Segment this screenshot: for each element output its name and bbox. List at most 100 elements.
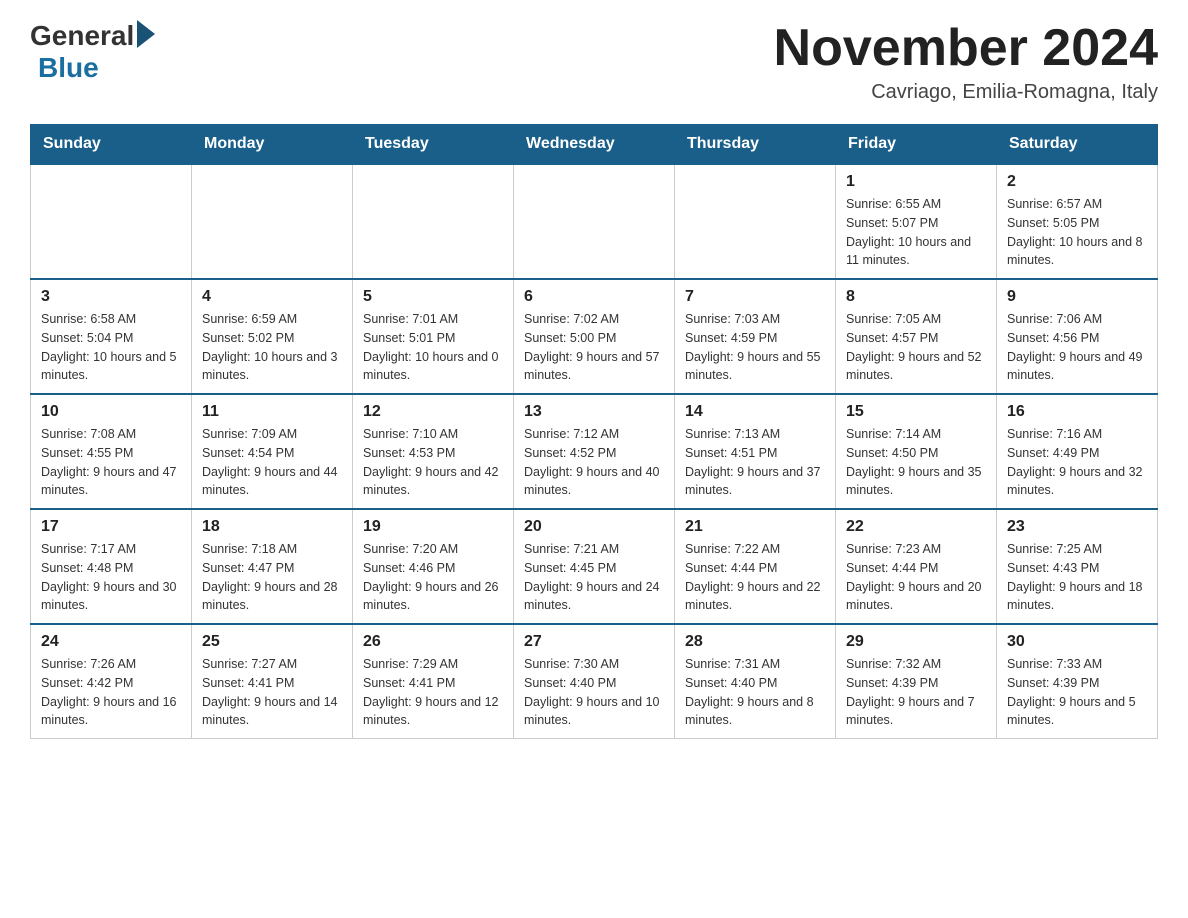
- calendar-cell: [192, 164, 353, 279]
- logo-general-text: General: [30, 20, 134, 52]
- day-number: 6: [524, 288, 664, 306]
- page-header: General Blue November 2024 Cavriago, Emi…: [30, 20, 1158, 104]
- day-info: Sunrise: 7:08 AMSunset: 4:55 PMDaylight:…: [41, 425, 181, 500]
- day-number: 18: [202, 518, 342, 536]
- calendar-cell: [31, 164, 192, 279]
- calendar-header-thursday: Thursday: [675, 125, 836, 165]
- day-number: 26: [363, 633, 503, 651]
- day-number: 14: [685, 403, 825, 421]
- calendar-header-row: SundayMondayTuesdayWednesdayThursdayFrid…: [31, 125, 1158, 165]
- day-info: Sunrise: 7:33 AMSunset: 4:39 PMDaylight:…: [1007, 655, 1147, 730]
- calendar-header-saturday: Saturday: [997, 125, 1158, 165]
- calendar-cell: 20 Sunrise: 7:21 AMSunset: 4:45 PMDayligh…: [514, 509, 675, 624]
- day-number: 25: [202, 633, 342, 651]
- calendar-cell: 4 Sunrise: 6:59 AMSunset: 5:02 PMDaylight…: [192, 279, 353, 394]
- day-number: 13: [524, 403, 664, 421]
- day-number: 15: [846, 403, 986, 421]
- day-info: Sunrise: 7:29 AMSunset: 4:41 PMDaylight:…: [363, 655, 503, 730]
- day-number: 1: [846, 173, 986, 191]
- calendar-cell: 16Sunrise: 7:16 AMSunset: 4:49 PMDayligh…: [997, 394, 1158, 509]
- day-info: Sunrise: 7:10 AMSunset: 4:53 PMDaylight:…: [363, 425, 503, 500]
- day-number: 23: [1007, 518, 1147, 536]
- calendar-cell: [353, 164, 514, 279]
- calendar-cell: 6 Sunrise: 7:02 AMSunset: 5:00 PMDaylight…: [514, 279, 675, 394]
- day-number: 10: [41, 403, 181, 421]
- day-number: 2: [1007, 173, 1147, 191]
- day-info: Sunrise: 7:27 AMSunset: 4:41 PMDaylight:…: [202, 655, 342, 730]
- day-info: Sunrise: 7:09 AMSunset: 4:54 PMDaylight:…: [202, 425, 342, 500]
- calendar-table: SundayMondayTuesdayWednesdayThursdayFrid…: [30, 124, 1158, 739]
- day-info: Sunrise: 7:22 AMSunset: 4:44 PMDaylight:…: [685, 540, 825, 615]
- day-number: 12: [363, 403, 503, 421]
- calendar-cell: 26 Sunrise: 7:29 AMSunset: 4:41 PMDayligh…: [353, 624, 514, 739]
- day-info: Sunrise: 7:13 AMSunset: 4:51 PMDaylight:…: [685, 425, 825, 500]
- calendar-cell: 5 Sunrise: 7:01 AMSunset: 5:01 PMDaylight…: [353, 279, 514, 394]
- calendar-cell: 10 Sunrise: 7:08 AMSunset: 4:55 PMDayligh…: [31, 394, 192, 509]
- calendar-cell: [675, 164, 836, 279]
- day-number: 16: [1007, 403, 1147, 421]
- calendar-cell: 11 Sunrise: 7:09 AMSunset: 4:54 PMDayligh…: [192, 394, 353, 509]
- logo-blue-text: Blue: [38, 52, 99, 84]
- day-number: 4: [202, 288, 342, 306]
- calendar-header-wednesday: Wednesday: [514, 125, 675, 165]
- calendar-cell: 12 Sunrise: 7:10 AMSunset: 4:53 PMDayligh…: [353, 394, 514, 509]
- calendar-header-sunday: Sunday: [31, 125, 192, 165]
- day-info: Sunrise: 7:23 AMSunset: 4:44 PMDaylight:…: [846, 540, 986, 615]
- calendar-cell: 30 Sunrise: 7:33 AMSunset: 4:39 PMDayligh…: [997, 624, 1158, 739]
- calendar-cell: 3Sunrise: 6:58 AMSunset: 5:04 PMDaylight…: [31, 279, 192, 394]
- day-number: 20: [524, 518, 664, 536]
- calendar-cell: 1 Sunrise: 6:55 AMSunset: 5:07 PMDaylight…: [836, 164, 997, 279]
- day-info: Sunrise: 7:03 AMSunset: 4:59 PMDaylight:…: [685, 310, 825, 385]
- day-number: 27: [524, 633, 664, 651]
- day-info: Sunrise: 7:02 AMSunset: 5:00 PMDaylight:…: [524, 310, 664, 385]
- day-info: Sunrise: 7:14 AMSunset: 4:50 PMDaylight:…: [846, 425, 986, 500]
- day-number: 30: [1007, 633, 1147, 651]
- day-info: Sunrise: 7:26 AMSunset: 4:42 PMDaylight:…: [41, 655, 181, 730]
- calendar-cell: 17 Sunrise: 7:17 AMSunset: 4:48 PMDayligh…: [31, 509, 192, 624]
- day-number: 29: [846, 633, 986, 651]
- day-number: 5: [363, 288, 503, 306]
- day-number: 11: [202, 403, 342, 421]
- title-block: November 2024 Cavriago, Emilia-Romagna, …: [774, 20, 1158, 104]
- calendar-cell: 28 Sunrise: 7:31 AMSunset: 4:40 PMDayligh…: [675, 624, 836, 739]
- calendar-cell: 13 Sunrise: 7:12 AMSunset: 4:52 PMDayligh…: [514, 394, 675, 509]
- day-number: 19: [363, 518, 503, 536]
- day-info: Sunrise: 7:20 AMSunset: 4:46 PMDaylight:…: [363, 540, 503, 615]
- day-info: Sunrise: 6:57 AMSunset: 5:05 PMDaylight:…: [1007, 195, 1147, 270]
- calendar-cell: 24 Sunrise: 7:26 AMSunset: 4:42 PMDayligh…: [31, 624, 192, 739]
- calendar-week-row: 24 Sunrise: 7:26 AMSunset: 4:42 PMDayligh…: [31, 624, 1158, 739]
- day-info: Sunrise: 7:05 AMSunset: 4:57 PMDaylight:…: [846, 310, 986, 385]
- day-info: Sunrise: 7:17 AMSunset: 4:48 PMDaylight:…: [41, 540, 181, 615]
- day-info: Sunrise: 7:12 AMSunset: 4:52 PMDaylight:…: [524, 425, 664, 500]
- day-number: 28: [685, 633, 825, 651]
- day-number: 17: [41, 518, 181, 536]
- calendar-cell: 2 Sunrise: 6:57 AMSunset: 5:05 PMDaylight…: [997, 164, 1158, 279]
- day-info: Sunrise: 6:55 AMSunset: 5:07 PMDaylight:…: [846, 195, 986, 270]
- day-number: 3: [41, 288, 181, 306]
- day-info: Sunrise: 7:21 AMSunset: 4:45 PMDaylight:…: [524, 540, 664, 615]
- calendar-cell: 18 Sunrise: 7:18 AMSunset: 4:47 PMDayligh…: [192, 509, 353, 624]
- logo: General Blue: [30, 20, 155, 84]
- day-info: Sunrise: 6:59 AMSunset: 5:02 PMDaylight:…: [202, 310, 342, 385]
- calendar-week-row: 10 Sunrise: 7:08 AMSunset: 4:55 PMDayligh…: [31, 394, 1158, 509]
- calendar-cell: 7 Sunrise: 7:03 AMSunset: 4:59 PMDaylight…: [675, 279, 836, 394]
- calendar-cell: 21 Sunrise: 7:22 AMSunset: 4:44 PMDayligh…: [675, 509, 836, 624]
- calendar-cell: 23Sunrise: 7:25 AMSunset: 4:43 PMDayligh…: [997, 509, 1158, 624]
- calendar-header-monday: Monday: [192, 125, 353, 165]
- calendar-cell: [514, 164, 675, 279]
- day-info: Sunrise: 7:32 AMSunset: 4:39 PMDaylight:…: [846, 655, 986, 730]
- calendar-cell: 25 Sunrise: 7:27 AMSunset: 4:41 PMDayligh…: [192, 624, 353, 739]
- day-info: Sunrise: 7:18 AMSunset: 4:47 PMDaylight:…: [202, 540, 342, 615]
- calendar-week-row: 17 Sunrise: 7:17 AMSunset: 4:48 PMDayligh…: [31, 509, 1158, 624]
- calendar-cell: 8 Sunrise: 7:05 AMSunset: 4:57 PMDaylight…: [836, 279, 997, 394]
- day-info: Sunrise: 7:31 AMSunset: 4:40 PMDaylight:…: [685, 655, 825, 730]
- day-number: 24: [41, 633, 181, 651]
- day-number: 8: [846, 288, 986, 306]
- day-number: 21: [685, 518, 825, 536]
- day-info: Sunrise: 7:01 AMSunset: 5:01 PMDaylight:…: [363, 310, 503, 385]
- calendar-cell: 27Sunrise: 7:30 AMSunset: 4:40 PMDayligh…: [514, 624, 675, 739]
- logo-arrow-icon: [137, 20, 155, 48]
- calendar-week-row: 3Sunrise: 6:58 AMSunset: 5:04 PMDaylight…: [31, 279, 1158, 394]
- calendar-cell: 14 Sunrise: 7:13 AMSunset: 4:51 PMDayligh…: [675, 394, 836, 509]
- day-number: 7: [685, 288, 825, 306]
